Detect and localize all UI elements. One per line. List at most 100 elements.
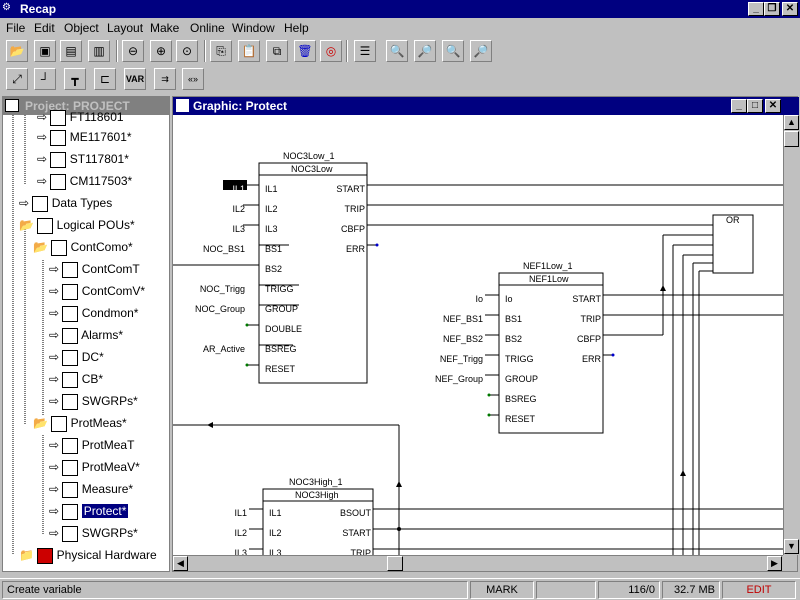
- tree-item-protmeas[interactable]: 📂 ProtMeas*: [33, 415, 127, 437]
- pou-icon: [50, 173, 67, 190]
- graphic-icon: [62, 371, 79, 388]
- tree-item-cb[interactable]: ⇨ CB*: [49, 371, 103, 393]
- horizontal-scrollbar[interactable]: ◀ ▶: [173, 555, 783, 571]
- noc3low-inputs: IL1 IL2 IL3 BS1 BS2 TRIGG GROUP DOUBLE BSREG RESE…: [265, 184, 303, 374]
- graphic-title-bar: Graphic: Protect _ □ ✕: [173, 97, 799, 115]
- menu-online[interactable]: Online: [190, 21, 225, 35]
- tree-item-me117601[interactable]: ⇨ ME117601*: [37, 129, 132, 151]
- find-next-icon[interactable]: 🔎: [414, 40, 436, 62]
- jump-icon[interactable]: ⇉: [154, 68, 176, 90]
- scroll-thumb[interactable]: [784, 131, 799, 147]
- save-icon[interactable]: ▣: [34, 40, 56, 62]
- graphic-icon: [62, 481, 79, 498]
- program-icon: [51, 239, 68, 256]
- drawing-toolbar: ⤢ ┘ ┳ ⊏ VAR ⇉ «»: [2, 66, 222, 92]
- table-icon: [62, 261, 79, 278]
- delete-icon[interactable]: 🗑: [294, 40, 316, 62]
- find-icon[interactable]: 🔍: [386, 40, 408, 62]
- pou-icon: [50, 109, 67, 126]
- graphic-icon: [62, 327, 79, 344]
- vertical-scrollbar[interactable]: ▲ ▼: [783, 115, 799, 555]
- connector-icon[interactable]: ┳: [64, 68, 86, 90]
- find-replace-icon[interactable]: 🔎: [470, 40, 492, 62]
- tree-item-alarms[interactable]: ⇨ Alarms*: [49, 327, 123, 349]
- tree-item-condmon[interactable]: ⇨ Condmon*: [49, 305, 138, 327]
- nef1low-type: NEF1Low: [529, 274, 569, 284]
- tree-item-contcomv[interactable]: ⇨ ContComV*: [49, 283, 145, 305]
- restore-icon[interactable]: ❐: [764, 2, 780, 16]
- menu-layout[interactable]: Layout: [107, 21, 143, 35]
- zoom-out-icon[interactable]: ⊖: [122, 40, 144, 62]
- tree-item-contcomo[interactable]: 📂 ContComo*: [33, 239, 133, 261]
- function-block-canvas[interactable]: NOC3Low_1 NOC3Low IL1 IL2 IL3 BS1 BS2 TRIGG GR…: [173, 115, 783, 555]
- scroll-up-icon[interactable]: ▲: [784, 115, 799, 130]
- folder-open-icon: 📂: [33, 416, 48, 430]
- tree-item-st117801[interactable]: ⇨ ST117801*: [37, 151, 129, 173]
- status-position: 116/0: [598, 581, 660, 599]
- zoom-fit-icon[interactable]: ⊙: [176, 40, 198, 62]
- tree-item-swgrps-2[interactable]: ⇨ SWGRPs*: [49, 525, 138, 547]
- paste-icon[interactable]: 📋: [238, 40, 260, 62]
- print-preview-icon[interactable]: ▥: [88, 40, 110, 62]
- app-title: Recap: [20, 2, 57, 16]
- tree-item-measure[interactable]: ⇨ Measure*: [49, 481, 133, 503]
- variables-icon: [62, 283, 79, 300]
- maximize-icon[interactable]: □: [747, 99, 763, 113]
- menu-object[interactable]: Object: [64, 21, 99, 35]
- block-icon[interactable]: ⊏: [94, 68, 116, 90]
- close-icon[interactable]: ✕: [765, 99, 781, 113]
- noc3low-instance: NOC3Low_1: [283, 151, 335, 161]
- tree-item-protmeav[interactable]: ⇨ ProtMeaV*: [49, 459, 140, 481]
- minimize-icon[interactable]: _: [748, 2, 764, 16]
- nef1low-outputs: START TRIP CBFP ERR: [572, 294, 601, 364]
- graphic-icon: [62, 305, 79, 322]
- menu-make[interactable]: Make: [150, 21, 179, 35]
- copy-icon[interactable]: ⎘: [210, 40, 232, 62]
- tree-item-physical-hardware[interactable]: 📁 Physical Hardware: [19, 547, 157, 569]
- tree-item-dc[interactable]: ⇨ DC*: [49, 349, 104, 371]
- scroll-left-icon[interactable]: ◀: [173, 556, 188, 571]
- list-icon[interactable]: ☰: [354, 40, 376, 62]
- app-icon: ⚙: [2, 2, 11, 13]
- tree-item-swgrps[interactable]: ⇨ SWGRPs*: [49, 393, 138, 415]
- menu-edit[interactable]: Edit: [34, 21, 55, 35]
- tree-item-contcomt[interactable]: ⇨ ContComT: [49, 261, 140, 283]
- nef1low-input-variables: Io NEF_BS1 NEF_BS2 NEF_Trigg NEF_Group: [434, 294, 483, 384]
- scroll-right-icon[interactable]: ▶: [767, 556, 782, 571]
- menu-window[interactable]: Window: [232, 21, 275, 35]
- main-toolbar: 📂 ▣ ▤ ▥ ⊖ ⊕ ⊙ ⎘ 📋 ⧉ 🗑 ◎ ☰ 🔍 🔎 🔍 🔎: [2, 38, 798, 64]
- folder-closed-icon: 📁: [19, 548, 34, 562]
- variable-icon[interactable]: VAR: [124, 68, 146, 90]
- nef1low-inputs: Io BS1 BS2 TRIGG GROUP BSREG RESET: [505, 294, 539, 424]
- tree-item-logical-pous[interactable]: 📂 Logical POUs*: [19, 217, 135, 239]
- menu-file[interactable]: File: [6, 21, 25, 35]
- duplicate-icon[interactable]: ⧉: [266, 40, 288, 62]
- tree-item-ft118601[interactable]: ⇨ FT118601: [37, 109, 124, 131]
- scroll-down-icon[interactable]: ▼: [784, 539, 799, 554]
- help-lifebuoy-icon[interactable]: ◎: [320, 40, 342, 62]
- menu-help[interactable]: Help: [284, 21, 309, 35]
- tree-item-protect[interactable]: ⇨ Protect*: [49, 503, 129, 525]
- status-empty: [536, 581, 596, 599]
- status-bar: Create variable MARK 116/0 32.7 MB EDIT: [0, 578, 800, 600]
- horizontal-scroll-thumb[interactable]: [387, 556, 403, 571]
- connect-icon[interactable]: ⤢: [6, 68, 28, 90]
- graphic-icon: [62, 349, 79, 366]
- folder-open-icon: 📂: [33, 240, 48, 254]
- tree-item-protmeat[interactable]: ⇨ ProtMeaT: [49, 437, 134, 459]
- open-icon[interactable]: 📂: [6, 40, 28, 62]
- close-icon[interactable]: ✕: [782, 2, 798, 16]
- tree-item-cm117503[interactable]: ⇨ CM117503*: [37, 173, 132, 195]
- minimize-icon[interactable]: _: [731, 99, 747, 113]
- project-tree: ⇨ FT118601 ⇨ ME117601* ⇨ ST117801* ⇨ CM1…: [3, 109, 169, 571]
- print-icon[interactable]: ▤: [60, 40, 82, 62]
- zoom-in-icon[interactable]: ⊕: [150, 40, 172, 62]
- line-icon[interactable]: ┘: [34, 68, 56, 90]
- toolbar-separator: [346, 40, 348, 62]
- graphic-icon: [62, 525, 79, 542]
- return-icon[interactable]: «»: [182, 68, 204, 90]
- pou-icon: [50, 151, 67, 168]
- tree-item-data-types[interactable]: ⇨ Data Types: [19, 195, 112, 217]
- find-previous-icon[interactable]: 🔍: [442, 40, 464, 62]
- graphic-window: Graphic: Protect _ □ ✕ NOC3Low_1 NOC3Low…: [172, 96, 799, 572]
